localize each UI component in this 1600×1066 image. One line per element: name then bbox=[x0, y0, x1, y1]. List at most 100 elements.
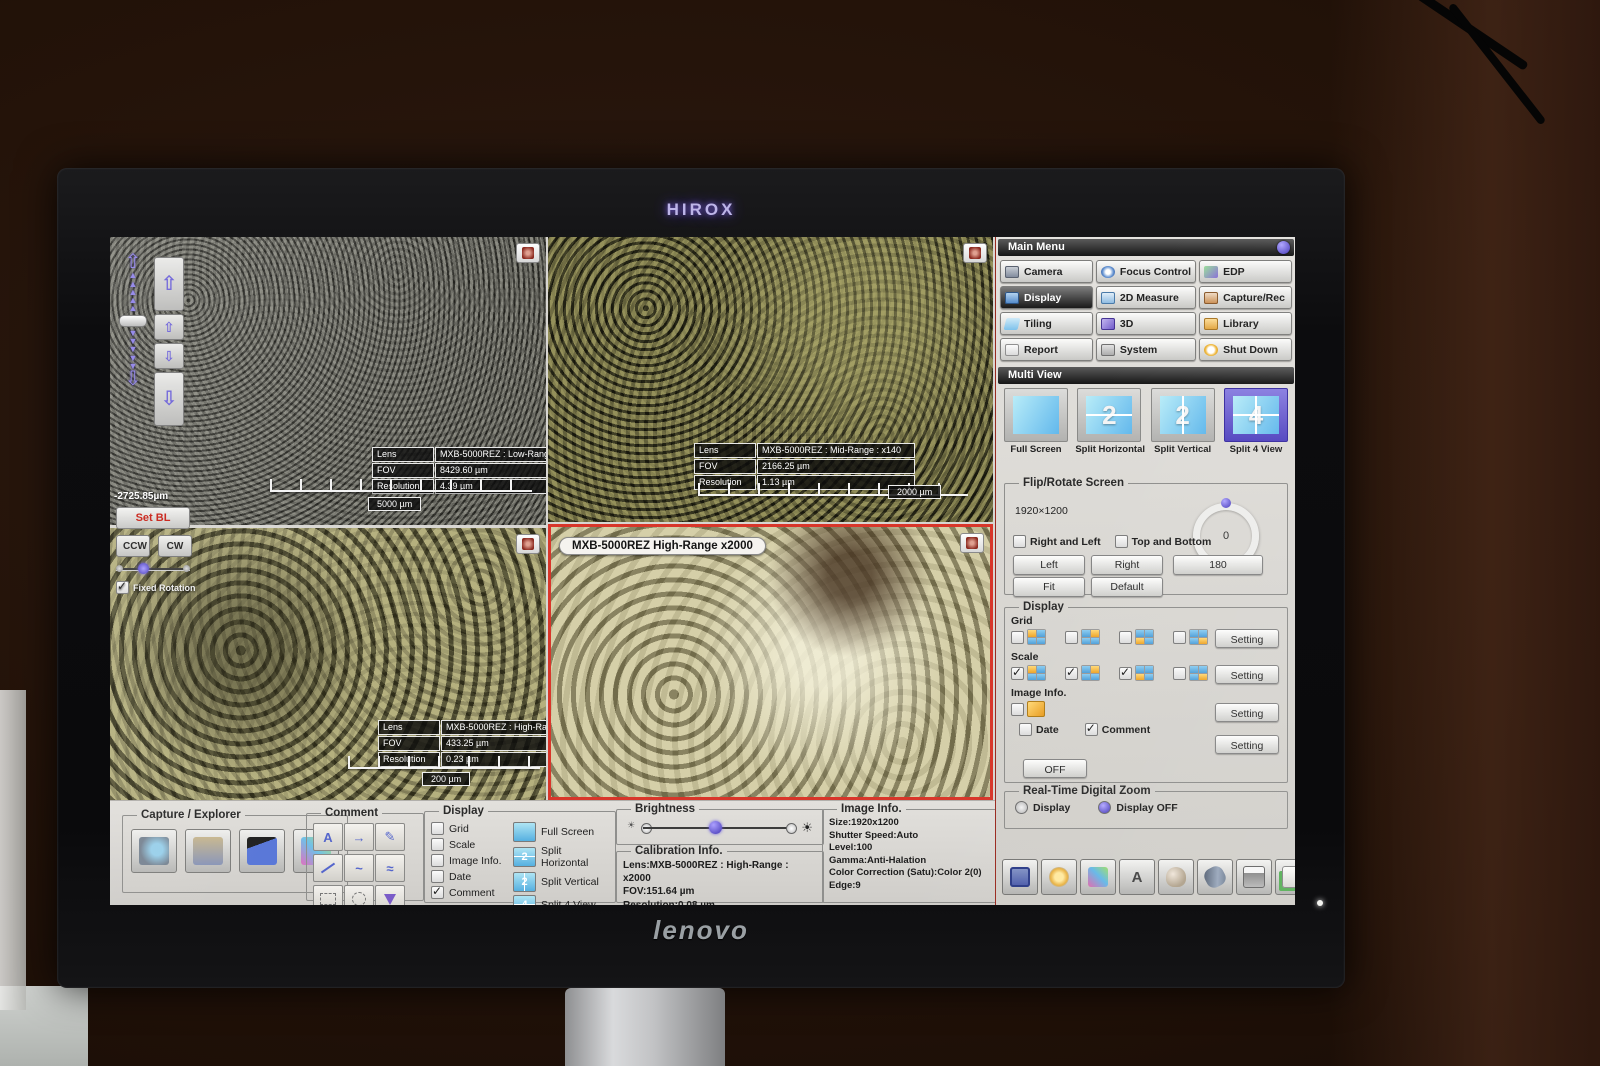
digital-zoom-group: Real-Time Digital Zoom Display Display O… bbox=[1004, 785, 1288, 829]
record-movie-button[interactable] bbox=[239, 829, 285, 873]
scale-checkbox[interactable] bbox=[431, 838, 444, 851]
quadrant-mid-range[interactable]: LensMXB-5000REZ : Mid-Range : x140 FOV21… bbox=[548, 237, 993, 522]
menu-3d-button[interactable]: 3D bbox=[1096, 312, 1196, 335]
menu-edp-button[interactable]: EDP bbox=[1199, 260, 1292, 283]
menu-capture-rec-button[interactable]: Capture/Rec bbox=[1199, 286, 1292, 309]
fixed-rotation-label: Fixed Rotation bbox=[133, 583, 196, 593]
z-down-step-button[interactable]: ⇩ bbox=[154, 343, 184, 369]
comment-arrow-button[interactable]: → bbox=[344, 823, 374, 851]
pointer-capture-icon[interactable] bbox=[1158, 859, 1194, 895]
color-display-icon[interactable] bbox=[1080, 859, 1116, 895]
date-comment-setting-button[interactable]: Setting bbox=[1215, 735, 1279, 754]
menu-tiling-button[interactable]: Tiling bbox=[1000, 312, 1093, 335]
comment-freehand-button[interactable]: ~ bbox=[344, 854, 374, 882]
scale-q3-checkbox[interactable] bbox=[1119, 667, 1132, 680]
fixed-rotation-checkbox[interactable] bbox=[116, 581, 129, 594]
image-info-checkbox[interactable] bbox=[431, 854, 444, 867]
menu-library-button[interactable]: Library bbox=[1199, 312, 1292, 335]
export-image-icon[interactable] bbox=[1275, 859, 1295, 895]
printer-icon[interactable] bbox=[1236, 859, 1272, 895]
date-checkbox[interactable] bbox=[431, 870, 444, 883]
capture-camera-icon[interactable] bbox=[516, 534, 540, 554]
cw-button[interactable]: CW bbox=[158, 535, 192, 557]
full-screen-icon[interactable] bbox=[513, 822, 536, 842]
comment-circle-button[interactable] bbox=[344, 885, 374, 905]
flip-top-bottom-checkbox[interactable] bbox=[1115, 535, 1128, 548]
lens-tool-icon[interactable] bbox=[1197, 859, 1233, 895]
capture-save-button[interactable] bbox=[185, 829, 231, 873]
z-slider[interactable]: ⇧ ▲▲▲▲▲ ▼▼▼▼▼ ⇩ bbox=[120, 253, 146, 483]
flip-right-left-checkbox[interactable] bbox=[1013, 535, 1026, 548]
rotate-180-button[interactable]: 180 bbox=[1173, 555, 1263, 575]
right-control-panel: Main Menu Camera Focus Control EDP Displ… bbox=[995, 237, 1295, 905]
image-info-overlay-checkbox[interactable] bbox=[1011, 703, 1024, 716]
rotation-slider[interactable] bbox=[116, 565, 190, 573]
brightness-thumb[interactable] bbox=[709, 821, 722, 834]
digital-zoom-display-radio[interactable] bbox=[1015, 801, 1028, 814]
capture-image-button[interactable] bbox=[131, 829, 177, 873]
text-annotation-icon[interactable]: A bbox=[1119, 859, 1155, 895]
full-screen-button[interactable]: Full Screen bbox=[1002, 388, 1070, 455]
comment-note-button[interactable]: ✎ bbox=[375, 823, 405, 851]
rotate-right-button[interactable]: Right bbox=[1091, 555, 1163, 575]
menu-camera-button[interactable]: Camera bbox=[1000, 260, 1093, 283]
display-icon bbox=[1005, 292, 1019, 304]
grid-q2-checkbox[interactable] bbox=[1065, 631, 1078, 644]
menu-report-button[interactable]: Report bbox=[1000, 338, 1093, 361]
z-down-fast-button[interactable]: ⇩ bbox=[154, 372, 184, 426]
overlay-off-button[interactable]: OFF bbox=[1023, 759, 1087, 778]
rotation-dial-knob[interactable] bbox=[1221, 498, 1231, 508]
lens-value: MXB-5000REZ : High-Range : x700 bbox=[441, 720, 546, 735]
scale-q4-checkbox[interactable] bbox=[1173, 667, 1186, 680]
rotate-left-button[interactable]: Left bbox=[1013, 555, 1085, 575]
z-up-fast-button[interactable]: ⇧ bbox=[154, 257, 184, 311]
comment-text-button[interactable]: A bbox=[313, 823, 343, 851]
grid-checkbox[interactable] bbox=[431, 822, 444, 835]
comment-line-button[interactable] bbox=[313, 854, 343, 882]
date-overlay-checkbox[interactable] bbox=[1019, 723, 1032, 736]
capture-camera-icon[interactable] bbox=[960, 533, 984, 553]
split-horizontal-icon[interactable]: 2 bbox=[513, 847, 536, 867]
comment-brush-button[interactable] bbox=[375, 885, 405, 905]
scale-setting-button[interactable]: Setting bbox=[1215, 665, 1279, 684]
set-bl-button[interactable]: Set BL bbox=[116, 507, 190, 529]
globe-icon[interactable] bbox=[1277, 241, 1290, 254]
split-vertical-icon[interactable]: 2 bbox=[513, 872, 536, 892]
default-button[interactable]: Default bbox=[1091, 577, 1163, 597]
grid-q1-checkbox[interactable] bbox=[1011, 631, 1024, 644]
split-vertical-button[interactable]: 2 Split Vertical bbox=[1149, 388, 1217, 455]
comment-wave-button[interactable]: ≈ bbox=[375, 854, 405, 882]
comment-checkbox[interactable] bbox=[431, 886, 444, 899]
split-4-view-button[interactable]: 4 Split 4 View bbox=[1222, 388, 1290, 455]
fit-button[interactable]: Fit bbox=[1013, 577, 1085, 597]
calibration-lens: Lens:MXB-5000REZ : High-Range : x2000 bbox=[623, 859, 817, 885]
comment-overlay-checkbox[interactable] bbox=[1085, 723, 1098, 736]
split-horizontal-button[interactable]: 2 Split Horizontal bbox=[1075, 388, 1143, 455]
grid-q3-checkbox[interactable] bbox=[1119, 631, 1132, 644]
light-source-icon[interactable] bbox=[1041, 859, 1077, 895]
menu-display-button[interactable]: Display bbox=[1000, 286, 1093, 309]
image-info-setting-button[interactable]: Setting bbox=[1215, 703, 1279, 722]
split-4-view-icon[interactable]: 4 bbox=[513, 895, 536, 905]
menu-system-button[interactable]: System bbox=[1096, 338, 1196, 361]
control-panel-icon[interactable] bbox=[1002, 859, 1038, 895]
capture-camera-icon[interactable] bbox=[963, 243, 987, 263]
menu-focus-control-button[interactable]: Focus Control bbox=[1096, 260, 1196, 283]
z-slider-thumb[interactable] bbox=[119, 315, 147, 327]
grid-q4-checkbox[interactable] bbox=[1173, 631, 1186, 644]
date-overlay-label: Date bbox=[1036, 724, 1059, 736]
quadrant-x2000-selected[interactable]: MXB-5000REZ High-Range x2000 bbox=[548, 524, 993, 800]
grid-setting-button[interactable]: Setting bbox=[1215, 629, 1279, 648]
z-up-step-button[interactable]: ⇧ bbox=[154, 314, 184, 340]
ccw-button[interactable]: CCW bbox=[116, 535, 150, 557]
scale-q1-checkbox[interactable] bbox=[1011, 667, 1024, 680]
scale-q2-checkbox[interactable] bbox=[1065, 667, 1078, 680]
digital-zoom-display-off-radio[interactable] bbox=[1098, 801, 1111, 814]
image-info-label: Image Info. bbox=[449, 855, 502, 867]
comment-rectangle-button[interactable] bbox=[313, 885, 343, 905]
rotation-slider-thumb[interactable] bbox=[138, 563, 149, 574]
menu-2d-measure-button[interactable]: 2D Measure bbox=[1096, 286, 1196, 309]
capture-camera-icon[interactable] bbox=[516, 243, 540, 263]
brightness-slider[interactable]: ☀ ☀ bbox=[629, 821, 811, 835]
menu-shutdown-button[interactable]: Shut Down bbox=[1199, 338, 1292, 361]
